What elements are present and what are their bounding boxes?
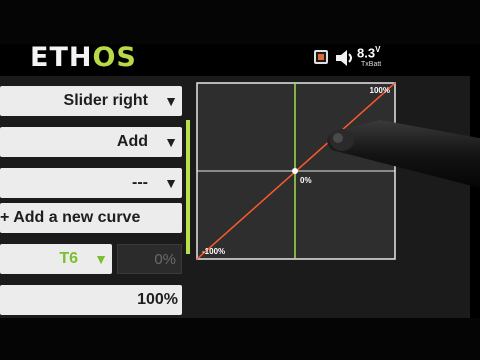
label-bottom: -100% [202, 247, 225, 256]
scrollbar[interactable] [186, 120, 190, 254]
curve-dropdown[interactable]: --- ▼ [0, 168, 182, 198]
battery-value: 8.3 [357, 45, 376, 61]
source-dropdown[interactable]: Slider right ▼ [0, 86, 182, 116]
logo-part1: ETH [30, 42, 93, 73]
chevron-down-icon: ▼ [164, 93, 178, 109]
device-bezel-bottom [0, 318, 480, 360]
weight-value: 100% [137, 291, 178, 308]
function-dropdown[interactable]: Add ▼ [0, 127, 182, 157]
add-curve-button[interactable]: + Add a new curve [0, 203, 182, 233]
weight-field[interactable]: 100% [0, 285, 182, 315]
source-value: Slider right [63, 92, 148, 109]
battery-voltage: 8.3V [357, 45, 380, 60]
trim-source-dropdown[interactable]: T6 ▼ [0, 244, 112, 274]
add-curve-label: + Add a new curve [0, 209, 141, 226]
battery-label: TxBatt [361, 61, 382, 68]
curve-value: --- [132, 174, 148, 191]
logo-part2: OS [92, 42, 137, 73]
function-value: Add [116, 133, 148, 150]
record-icon[interactable] [314, 50, 328, 64]
stylus-pen [327, 120, 480, 188]
trim-source-value: T6 [59, 250, 78, 267]
device-bezel-top [0, 0, 480, 44]
trim-offset-field[interactable]: 0% [117, 244, 182, 274]
ethos-logo: ETHOS [30, 42, 137, 73]
chevron-down-icon: ▼ [164, 134, 178, 150]
chevron-down-icon: ▼ [94, 251, 108, 267]
speaker-icon[interactable] [334, 48, 356, 68]
curve-cursor-point [292, 168, 298, 174]
chevron-down-icon: ▼ [164, 175, 178, 191]
label-center: 0% [300, 176, 312, 185]
label-top: 100% [370, 86, 390, 95]
battery-unit: V [375, 45, 381, 54]
